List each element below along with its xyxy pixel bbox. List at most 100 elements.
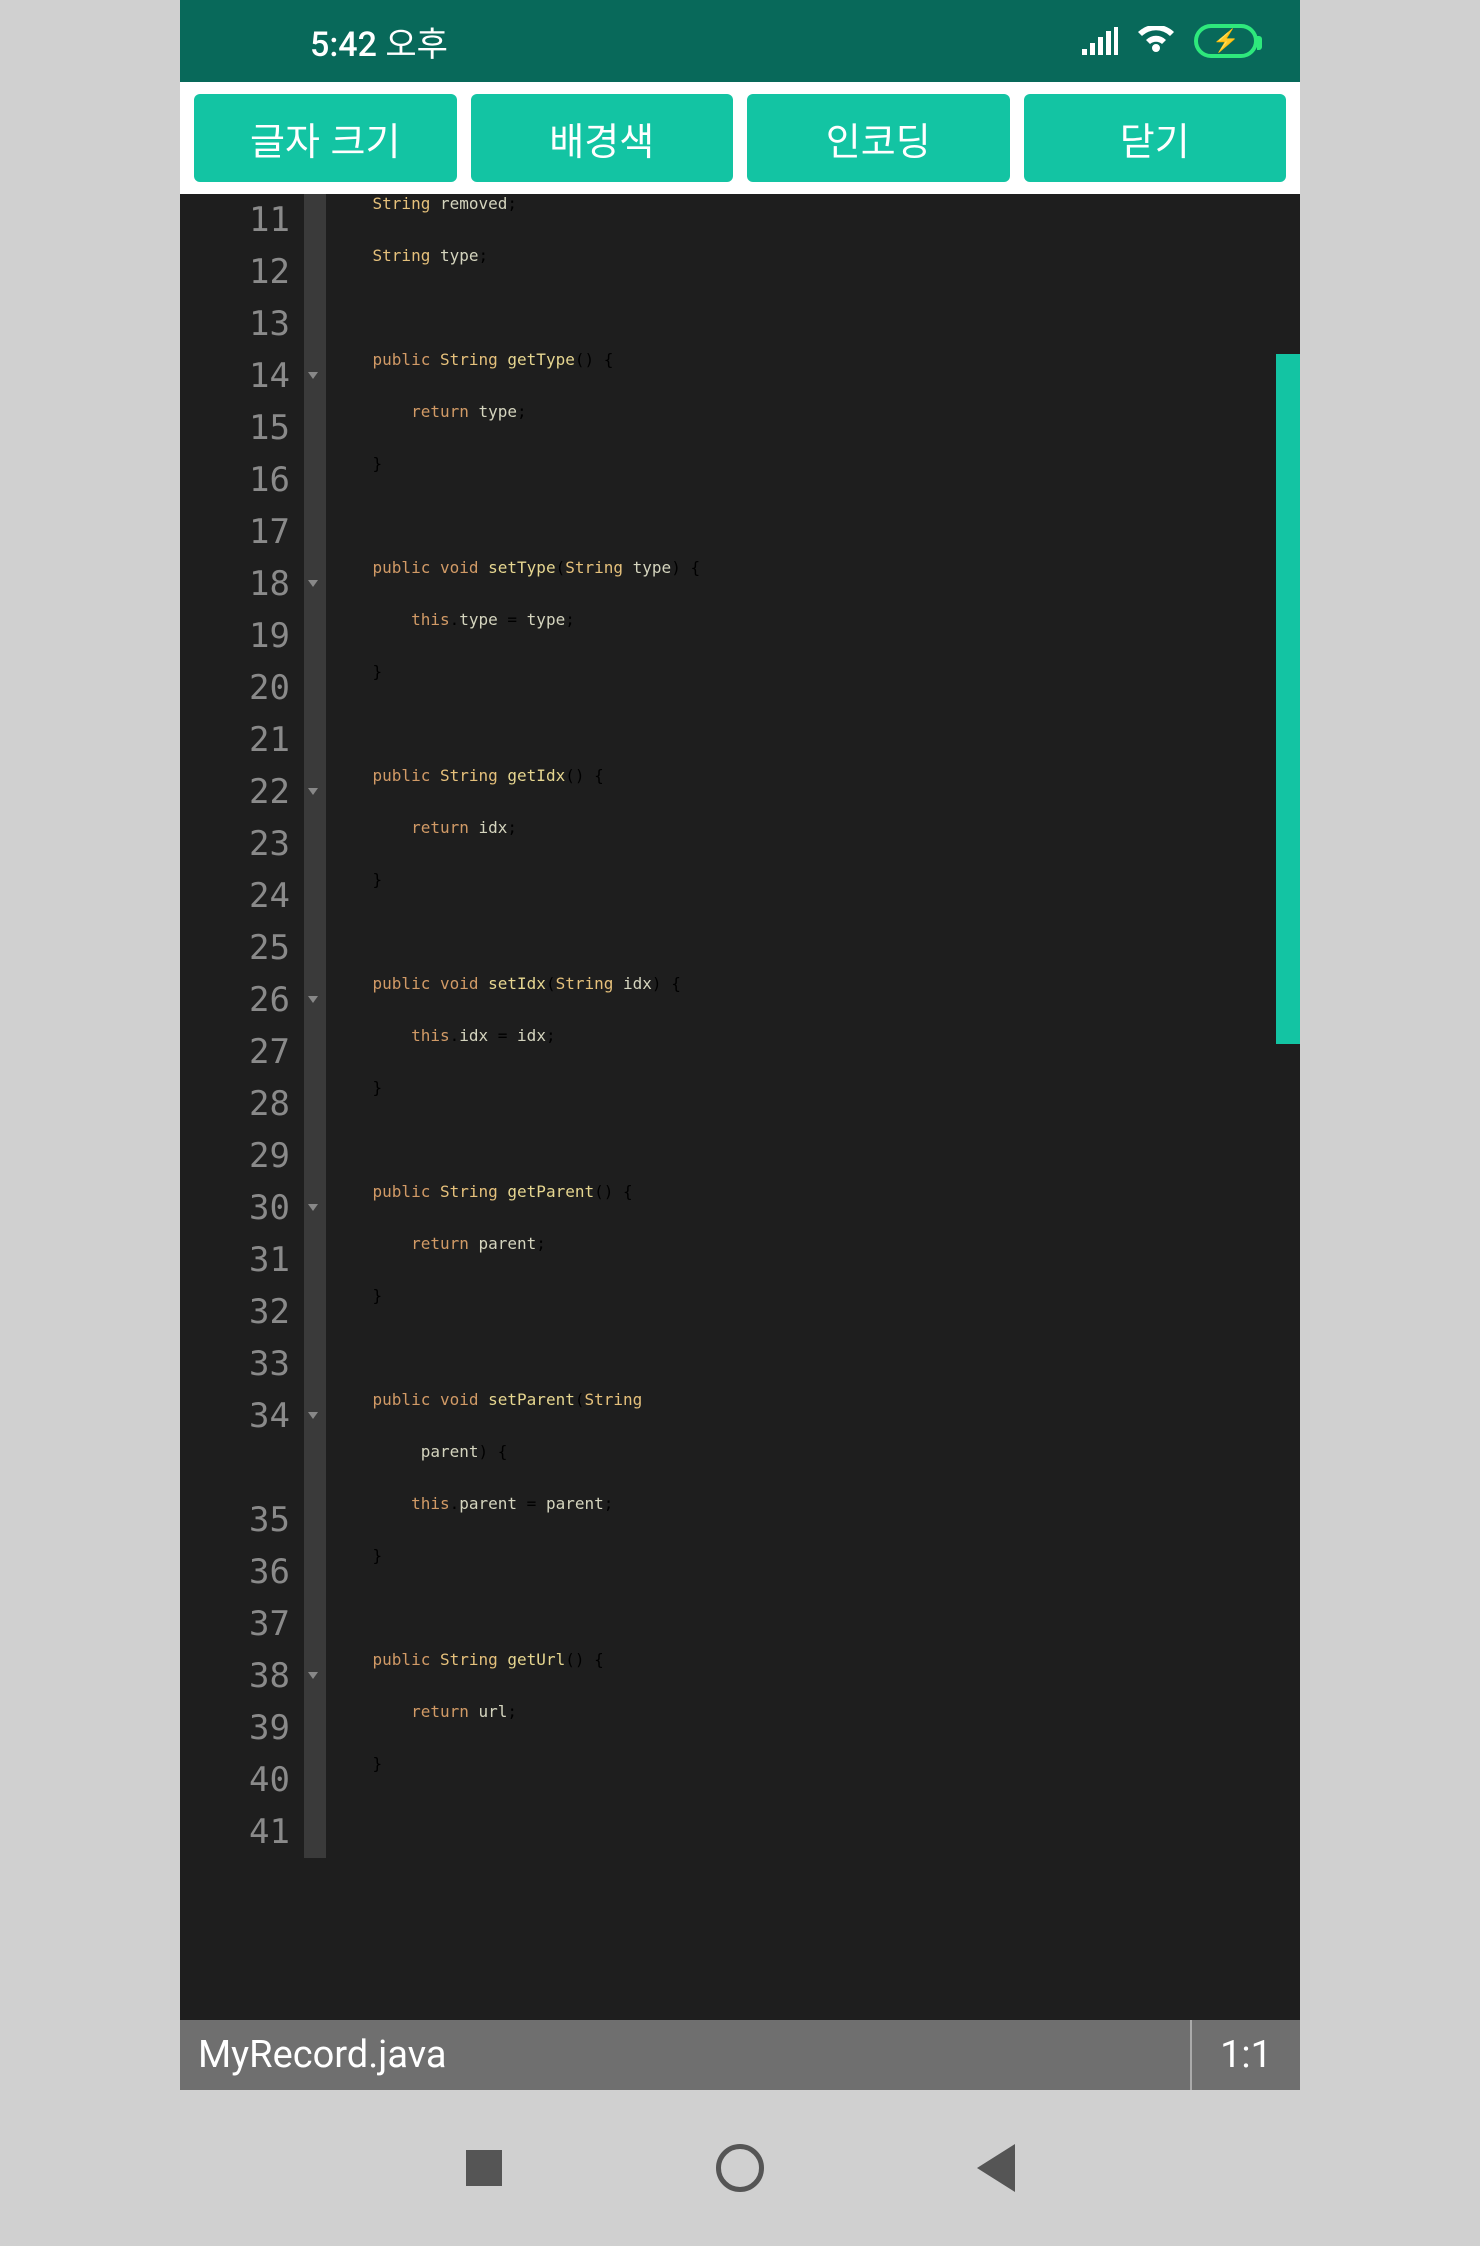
line-number: 33 <box>180 1338 304 1390</box>
code-content <box>326 1806 334 1858</box>
fold-gutter <box>304 922 326 974</box>
line-number: 25 <box>180 922 304 974</box>
scrollbar-track[interactable] <box>1276 194 1300 2020</box>
line-number: 40 <box>180 1754 304 1806</box>
code-line[interactable]: 28 } <box>180 1078 1300 1130</box>
code-content: return idx; <box>326 818 517 870</box>
phone-frame: 5:42 오후 ⚡ 글자 크기 배경색 인코딩 닫기 11 String r <box>180 0 1300 2090</box>
code-content: String type; <box>326 246 488 298</box>
line-number: 29 <box>180 1130 304 1182</box>
line-number: 39 <box>180 1702 304 1754</box>
code-line[interactable]: 14 public String getType() { <box>180 350 1300 402</box>
code-line[interactable]: 23 return idx; <box>180 818 1300 870</box>
back-button[interactable] <box>968 2140 1024 2196</box>
fold-toggle-icon[interactable] <box>304 974 326 1026</box>
fold-gutter <box>304 506 326 558</box>
code-content: } <box>326 454 382 506</box>
code-line[interactable]: 30 public String getParent() { <box>180 1182 1300 1234</box>
fold-gutter <box>304 1702 326 1754</box>
fold-gutter <box>304 298 326 350</box>
code-line[interactable]: 37 <box>180 1598 1300 1650</box>
code-line[interactable]: 24 } <box>180 870 1300 922</box>
code-content: } <box>326 1078 382 1130</box>
code-line[interactable]: 29 <box>180 1130 1300 1182</box>
code-content: String removed; <box>326 194 517 246</box>
fold-gutter <box>304 1078 326 1130</box>
code-line[interactable]: 13 <box>180 298 1300 350</box>
fold-toggle-icon[interactable] <box>304 1650 326 1702</box>
code-line[interactable]: 25 <box>180 922 1300 974</box>
editor-status-bar: MyRecord.java 1:1 <box>180 2020 1300 2090</box>
battery-charging-icon: ⚡ <box>1194 24 1258 58</box>
code-line[interactable]: parent) { <box>180 1442 1300 1494</box>
code-line[interactable]: 22 public String getIdx() { <box>180 766 1300 818</box>
code-content: } <box>326 1286 382 1338</box>
line-number: 12 <box>180 246 304 298</box>
code-line[interactable]: 40 } <box>180 1754 1300 1806</box>
code-line[interactable]: 41 <box>180 1806 1300 1858</box>
fold-gutter <box>304 246 326 298</box>
code-content <box>326 922 334 974</box>
line-number <box>180 1442 304 1494</box>
code-line[interactable]: 34 public void setParent(String <box>180 1390 1300 1442</box>
close-button[interactable]: 닫기 <box>1024 94 1287 182</box>
fold-toggle-icon[interactable] <box>304 558 326 610</box>
code-content: } <box>326 1546 382 1598</box>
code-line[interactable]: 32 } <box>180 1286 1300 1338</box>
fold-gutter <box>304 1806 326 1858</box>
bg-color-button[interactable]: 배경색 <box>471 94 734 182</box>
code-editor[interactable]: 11 String removed;12 String type;1314 pu… <box>180 194 1300 2020</box>
line-number: 37 <box>180 1598 304 1650</box>
recent-apps-button[interactable] <box>456 2140 512 2196</box>
fold-toggle-icon[interactable] <box>304 1390 326 1442</box>
line-number: 23 <box>180 818 304 870</box>
code-line[interactable]: 15 return type; <box>180 402 1300 454</box>
scrollbar-thumb[interactable] <box>1276 354 1300 1044</box>
code-line[interactable]: 38 public String getUrl() { <box>180 1650 1300 1702</box>
font-size-button[interactable]: 글자 크기 <box>194 94 457 182</box>
code-line[interactable]: 17 <box>180 506 1300 558</box>
line-number: 16 <box>180 454 304 506</box>
home-button[interactable] <box>712 2140 768 2196</box>
fold-gutter <box>304 714 326 766</box>
code-line[interactable]: 33 <box>180 1338 1300 1390</box>
fold-gutter <box>304 1130 326 1182</box>
code-line[interactable]: 39 return url; <box>180 1702 1300 1754</box>
code-content <box>326 1598 334 1650</box>
fold-gutter <box>304 194 326 246</box>
code-line[interactable]: 16 } <box>180 454 1300 506</box>
fold-toggle-icon[interactable] <box>304 766 326 818</box>
line-number: 14 <box>180 350 304 402</box>
line-number: 21 <box>180 714 304 766</box>
code-line[interactable]: 12 String type; <box>180 246 1300 298</box>
fold-gutter <box>304 662 326 714</box>
fold-toggle-icon[interactable] <box>304 350 326 402</box>
code-content: public String getType() { <box>326 350 613 402</box>
code-line[interactable]: 20 } <box>180 662 1300 714</box>
encoding-button[interactable]: 인코딩 <box>747 94 1010 182</box>
line-number: 11 <box>180 194 304 246</box>
fold-gutter <box>304 1026 326 1078</box>
code-line[interactable]: 27 this.idx = idx; <box>180 1026 1300 1078</box>
code-line[interactable]: 11 String removed; <box>180 194 1300 246</box>
fold-toggle-icon[interactable] <box>304 1182 326 1234</box>
line-number: 34 <box>180 1390 304 1442</box>
code-line[interactable]: 26 public void setIdx(String idx) { <box>180 974 1300 1026</box>
code-content: return type; <box>326 402 527 454</box>
line-number: 26 <box>180 974 304 1026</box>
line-number: 15 <box>180 402 304 454</box>
code-line[interactable]: 18 public void setType(String type) { <box>180 558 1300 610</box>
line-number: 31 <box>180 1234 304 1286</box>
code-line[interactable]: 35 this.parent = parent; <box>180 1494 1300 1546</box>
code-content: public String getIdx() { <box>326 766 604 818</box>
code-line[interactable]: 21 <box>180 714 1300 766</box>
wifi-icon <box>1136 26 1176 56</box>
toolbar: 글자 크기 배경색 인코딩 닫기 <box>180 82 1300 194</box>
code-line[interactable]: 31 return parent; <box>180 1234 1300 1286</box>
line-number: 19 <box>180 610 304 662</box>
code-line[interactable]: 19 this.type = type; <box>180 610 1300 662</box>
code-line[interactable]: 36 } <box>180 1546 1300 1598</box>
fold-gutter <box>304 610 326 662</box>
code-content <box>326 1338 334 1390</box>
line-number: 30 <box>180 1182 304 1234</box>
